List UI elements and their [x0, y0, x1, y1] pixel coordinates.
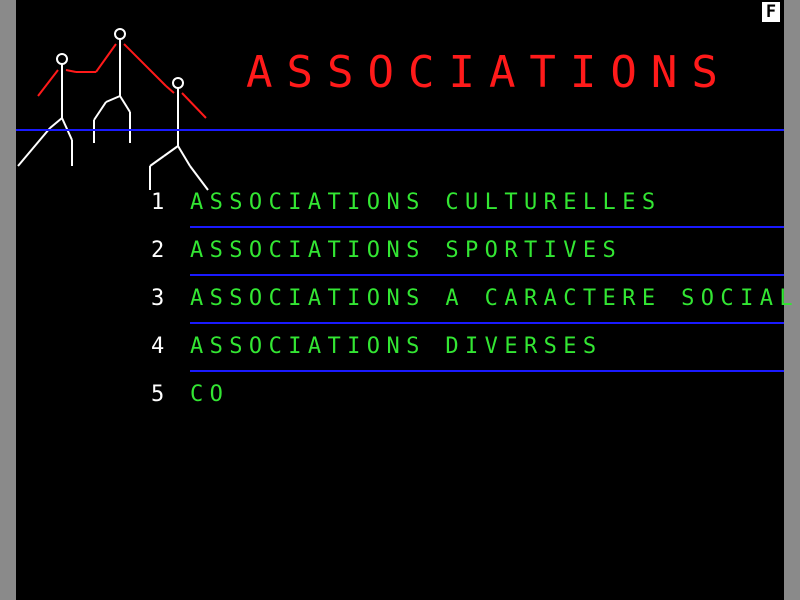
stick-figures-icon [17, 28, 209, 191]
menu-item-2-number: 2 [151, 238, 165, 263]
menu-item-2[interactable]: ASSOCIATIONS SPORTIVES [190, 238, 622, 264]
menu-item-4[interactable]: ASSOCIATIONS DIVERSES [190, 334, 603, 360]
menu-item-5[interactable]: CO [190, 382, 229, 408]
menu-item-3[interactable]: ASSOCIATIONS A CARACTERE SOCIAL [190, 286, 799, 312]
menu-item-5-number: 5 [151, 382, 165, 407]
title-divider [16, 129, 784, 131]
menu-divider [190, 370, 784, 372]
menu-item-3-number: 3 [151, 286, 165, 311]
corner-badge: F [762, 2, 780, 22]
menu-item-1-number: 1 [151, 190, 165, 215]
menu-divider [190, 226, 784, 228]
menu-divider [190, 274, 784, 276]
menu-item-1[interactable]: ASSOCIATIONS CULTURELLES [190, 190, 661, 216]
menu-item-4-number: 4 [151, 334, 165, 359]
menu-divider [190, 322, 784, 324]
page-title: ASSOCIATIONS [246, 47, 732, 98]
